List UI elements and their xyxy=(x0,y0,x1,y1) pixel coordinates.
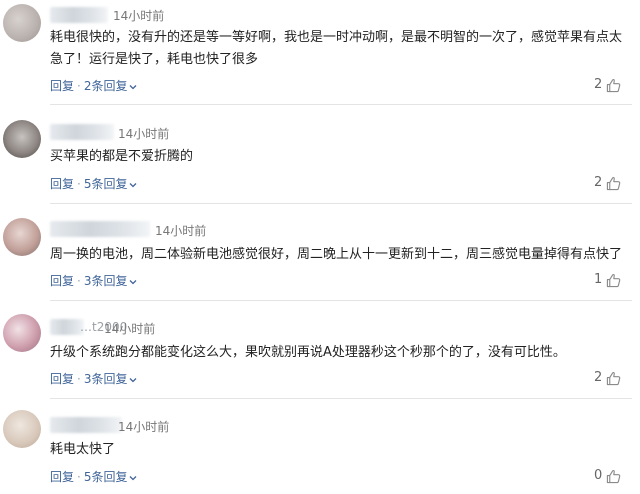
like-button[interactable]: 2 xyxy=(592,77,632,95)
avatar[interactable] xyxy=(3,4,41,42)
thumbs-up-icon xyxy=(606,79,621,93)
thumbs-up-icon xyxy=(606,372,621,386)
comment-time: 14小时前 xyxy=(118,127,170,141)
username-redacted[interactable] xyxy=(50,417,122,433)
like-count: 0 xyxy=(594,468,603,483)
thumbs-up-icon xyxy=(606,274,621,288)
divider xyxy=(50,203,632,204)
chevron-down-icon[interactable] xyxy=(128,82,138,92)
reply-button[interactable]: 回复 xyxy=(50,177,74,191)
like-count: 2 xyxy=(594,77,603,92)
divider xyxy=(50,300,632,301)
avatar[interactable] xyxy=(3,218,41,256)
divider xyxy=(50,398,632,399)
like-count: 2 xyxy=(594,370,603,385)
divider xyxy=(50,104,632,105)
comment-actions: 回复 · 3条回复 xyxy=(50,370,138,387)
username-redacted[interactable] xyxy=(50,221,150,237)
like-button[interactable]: 1 xyxy=(592,272,632,290)
view-replies-button[interactable]: 5条回复 xyxy=(84,470,128,484)
comment-actions: 回复 · 3条回复 xyxy=(50,272,138,289)
avatar[interactable] xyxy=(3,120,41,158)
like-button[interactable]: 2 xyxy=(592,175,632,193)
chevron-down-icon[interactable] xyxy=(128,180,138,190)
comment-text: 耗电太快了 xyxy=(50,442,116,457)
view-replies-button[interactable]: 3条回复 xyxy=(84,372,128,386)
comment-text: 周一换的电池，周二体验新电池感觉很好，周二晚上从十一更新到十二，周三感觉电量掉得… xyxy=(50,247,623,262)
like-count: 2 xyxy=(594,175,603,190)
avatar[interactable] xyxy=(3,410,41,448)
view-replies-button[interactable]: 5条回复 xyxy=(84,177,128,191)
thumbs-up-icon xyxy=(606,177,621,191)
comment-actions: 回复 · 2条回复 xyxy=(50,77,138,94)
reply-button[interactable]: 回复 xyxy=(50,372,74,386)
comment-text: 升级个系统跑分都能变化这么大，果吹就别再说A处理器秒这个秒那个的了，没有可比性。 xyxy=(50,345,566,360)
reply-button[interactable]: 回复 xyxy=(50,274,74,288)
comment-actions: 回复 · 5条回复 xyxy=(50,468,138,485)
comment-time: 14小时前 xyxy=(118,420,170,434)
reply-button[interactable]: 回复 xyxy=(50,470,74,484)
comment-time: 14小时前 xyxy=(113,9,165,23)
comment-time: 14小时前 xyxy=(155,224,207,238)
avatar[interactable] xyxy=(3,314,41,352)
username-redacted[interactable] xyxy=(50,319,84,335)
comment-actions: 回复 · 5条回复 xyxy=(50,175,138,192)
reply-button[interactable]: 回复 xyxy=(50,79,74,93)
like-button[interactable]: 2 xyxy=(592,370,632,388)
view-replies-button[interactable]: 3条回复 xyxy=(84,274,128,288)
comment-text: 耗电很快的，没有升的还是等一等好啊，我也是一时冲动啊，是最不明智的一次了，感觉苹… xyxy=(50,30,623,67)
view-replies-button[interactable]: 2条回复 xyxy=(84,79,128,93)
like-count: 1 xyxy=(594,272,603,287)
chevron-down-icon[interactable] xyxy=(128,375,138,385)
thumbs-up-icon xyxy=(606,470,621,484)
chevron-down-icon[interactable] xyxy=(128,473,138,483)
username-redacted[interactable] xyxy=(50,124,114,140)
comment-time: 14小时前 xyxy=(104,322,156,336)
comment-text: 买苹果的都是不爱折腾的 xyxy=(50,149,194,164)
chevron-down-icon[interactable] xyxy=(128,277,138,287)
like-button[interactable]: 0 xyxy=(592,468,632,486)
username-redacted[interactable] xyxy=(50,7,108,23)
